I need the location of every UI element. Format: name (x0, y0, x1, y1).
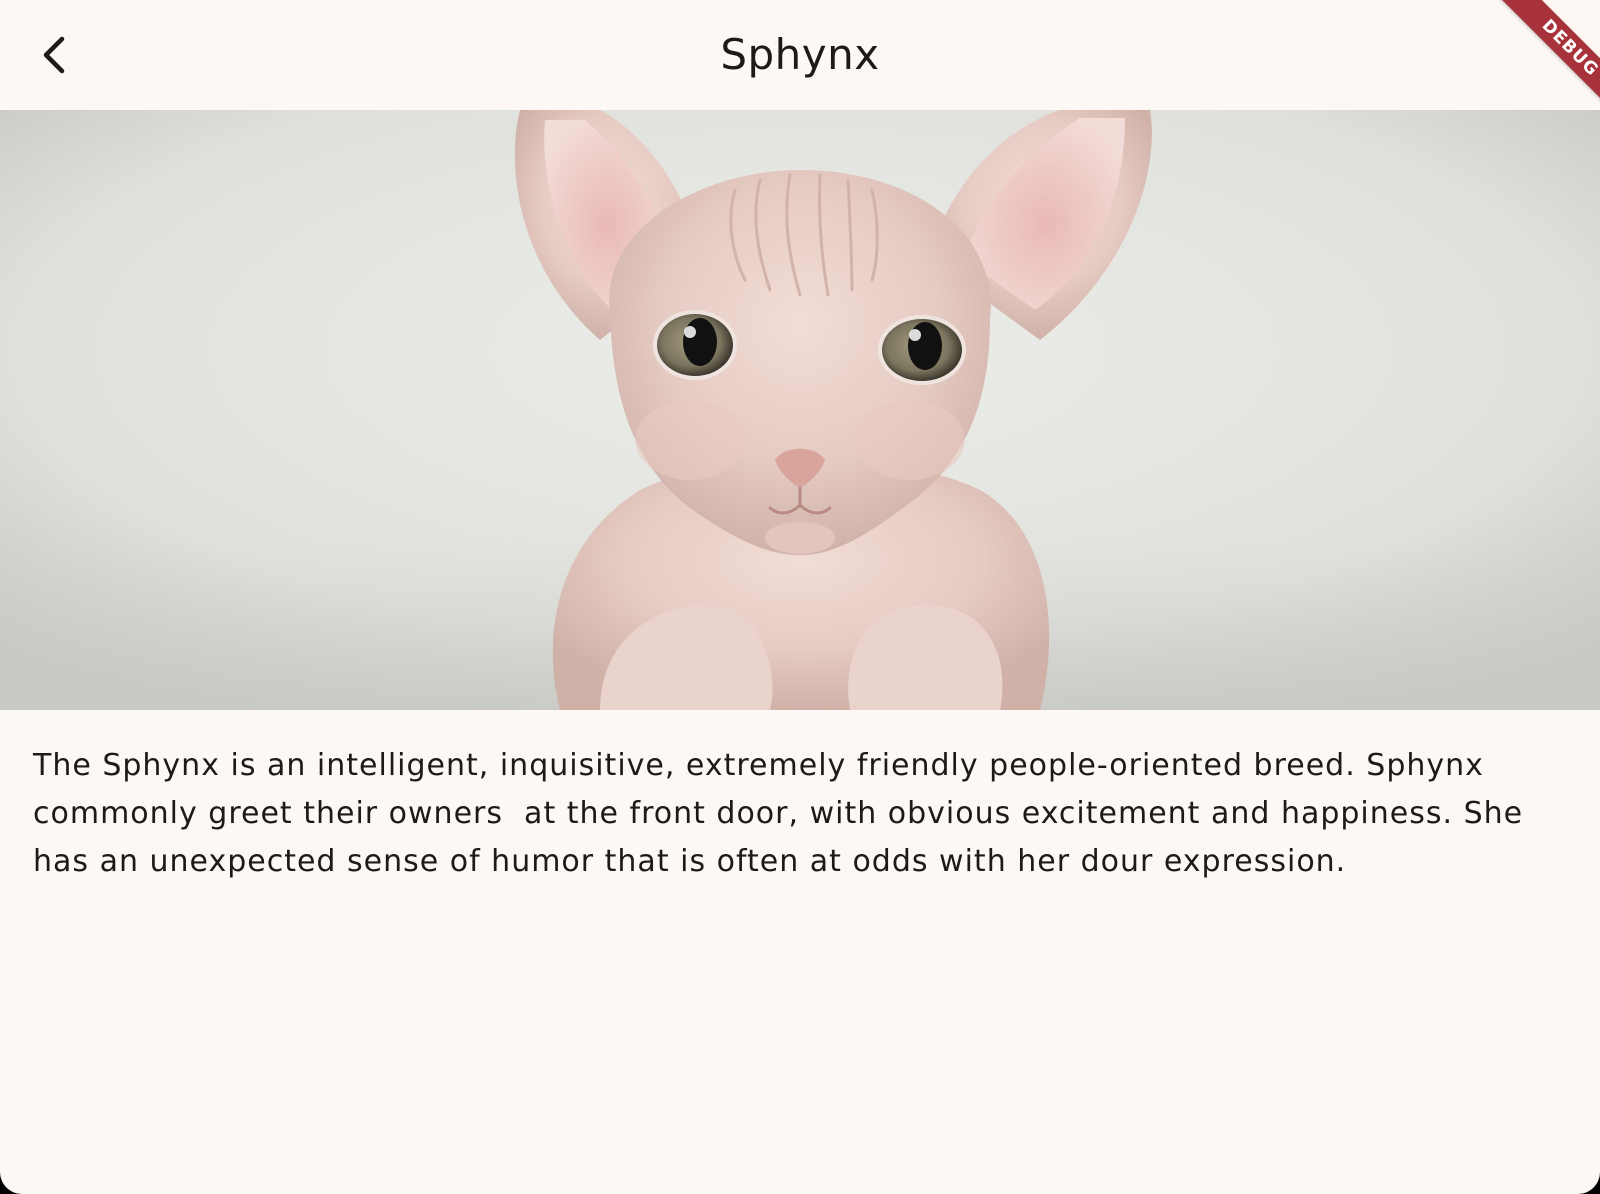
description-line: The Sphynx is an intelligent, inquisitiv… (33, 748, 1484, 783)
breed-description: The Sphynx is an intelligent, inquisitiv… (33, 742, 1553, 886)
sphynx-cat-photo (0, 110, 1600, 710)
page-title: Sphynx (720, 30, 880, 79)
app-bar: Sphynx (0, 0, 1600, 110)
chevron-left-icon (43, 36, 65, 74)
hero-image (0, 110, 1600, 710)
description-line: has an unexpected sense of humor that is… (33, 844, 1347, 879)
back-button[interactable] (28, 27, 84, 83)
description-line: commonly greet their owners at the front… (33, 796, 1524, 831)
detail-screen: Sphynx The Sphynx is an intelligent, inq… (0, 0, 1600, 1194)
